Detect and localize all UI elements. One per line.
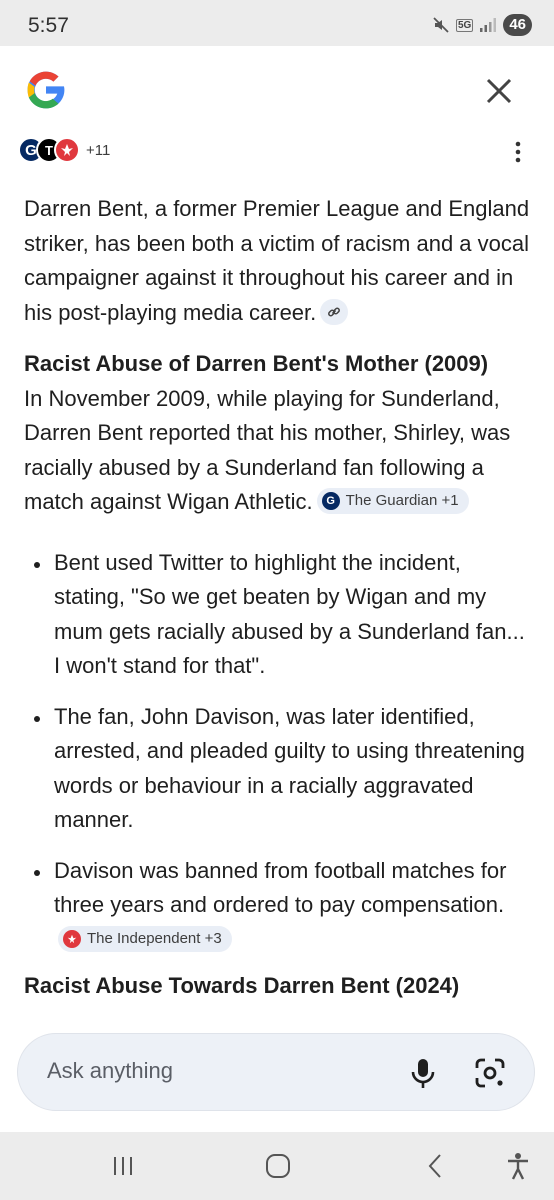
independent-icon: [63, 929, 81, 948]
list-item-text: Davison was banned from football matches…: [54, 857, 507, 918]
network-type: 5G: [455, 18, 474, 32]
list-item-text: The fan, John Davison, was later identif…: [54, 703, 525, 833]
bullet-list: Bent used Twitter to highlight the incid…: [24, 546, 534, 958]
list-item: The fan, John Davison, was later identif…: [52, 700, 534, 838]
ai-answer-sheet: G T +11 Darren Bent, a former Premier Le…: [0, 46, 554, 1132]
microphone-icon[interactable]: [408, 1056, 438, 1090]
status-icons: 5G 46: [432, 14, 532, 36]
accessibility-button[interactable]: [503, 1150, 533, 1182]
citation-label: The Guardian +1: [345, 492, 459, 510]
back-button[interactable]: [420, 1150, 450, 1182]
list-item-text: Bent used Twitter to highlight the incid…: [54, 549, 525, 679]
ask-input[interactable]: Ask anything: [17, 1033, 535, 1111]
accessibility-icon: [508, 1153, 528, 1180]
section-paragraph: In November 2009, while playing for Sund…: [24, 382, 534, 520]
guardian-icon: G: [321, 492, 340, 511]
citation-chip-independent[interactable]: The Independent +3: [58, 925, 232, 952]
answer-body: Darren Bent, a former Premier League and…: [24, 192, 534, 1004]
status-bar: 5:57 5G 46: [0, 0, 554, 46]
close-icon[interactable]: [482, 74, 516, 108]
mute-icon: [433, 17, 449, 33]
section-heading: Racist Abuse of Darren Bent's Mother (20…: [24, 351, 489, 376]
independent-source-icon: [54, 137, 80, 163]
sources-stack[interactable]: G T +11: [18, 136, 110, 164]
system-nav-bar: [0, 1132, 554, 1200]
list-item: Davison was banned from football matches…: [52, 854, 534, 958]
intro-text: Darren Bent, a former Premier League and…: [24, 196, 530, 325]
google-lens-icon[interactable]: [473, 1056, 507, 1090]
list-item: Bent used Twitter to highlight the incid…: [52, 546, 534, 684]
recents-icon: [114, 1157, 132, 1175]
back-icon: [428, 1154, 441, 1178]
intro-paragraph: Darren Bent, a former Premier League and…: [24, 192, 534, 330]
citation-chip-guardian[interactable]: G The Guardian +1: [316, 488, 469, 515]
home-button[interactable]: [263, 1150, 293, 1182]
ask-placeholder: Ask anything: [47, 1058, 173, 1083]
section-heading: Racist Abuse Towards Darren Bent (2024): [24, 973, 460, 998]
more-vertical-icon[interactable]: [508, 140, 528, 164]
home-icon: [266, 1154, 290, 1178]
source-link-button[interactable]: [320, 298, 349, 325]
battery-level: 46: [503, 14, 532, 36]
sources-more-count: +11: [86, 141, 111, 159]
google-g-logo: [27, 71, 66, 109]
citation-label: The Independent +3: [87, 929, 222, 947]
link-icon: [328, 307, 341, 317]
signal-icon: [480, 18, 497, 32]
recents-button[interactable]: [108, 1150, 138, 1182]
status-time: 5:57: [28, 14, 69, 37]
